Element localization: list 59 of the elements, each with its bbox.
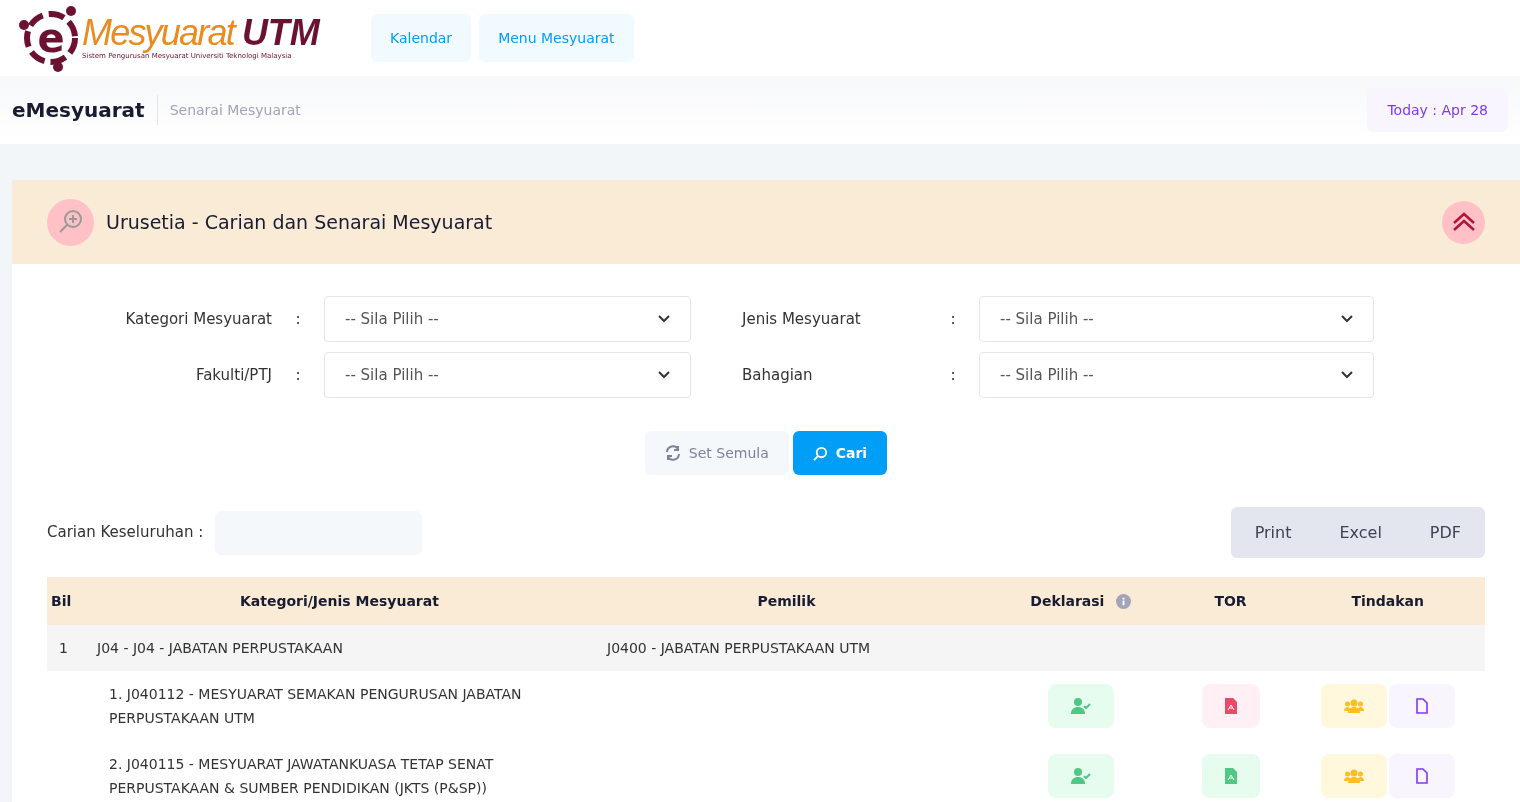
info-icon — [1116, 593, 1132, 609]
declaration-button[interactable] — [1047, 684, 1114, 728]
chevron-down-icon — [1341, 315, 1353, 323]
collapse-button[interactable] — [1442, 200, 1485, 244]
breadcrumb-item: Senarai Mesyuarat — [168, 100, 301, 120]
separator-colon: : — [949, 364, 957, 386]
filter-label: Fakulti/PTJ — [194, 364, 272, 386]
chevron-down-icon — [658, 315, 670, 323]
document-icon — [1415, 768, 1428, 784]
filter-label: Bahagian — [742, 364, 814, 386]
export-button[interactable]: Print — [1230, 507, 1316, 558]
global-search-label: Carian Keseluruhan : — [47, 522, 204, 544]
search-icon — [812, 445, 828, 461]
logo-mark: e — [37, 18, 65, 58]
reset-button[interactable]: Set Semula — [644, 431, 789, 475]
declaration-button[interactable] — [1047, 754, 1114, 798]
select-field[interactable]: -- Sila Pilih -- — [324, 352, 691, 398]
double-chevron-up-icon — [1451, 212, 1476, 232]
tor-button[interactable] — [1201, 684, 1260, 728]
refresh-icon — [664, 445, 681, 461]
column-header: Kategori/Jenis Mesyuarat — [239, 591, 439, 611]
user-check-icon — [1070, 698, 1091, 714]
table-cell-text: J0400 - JABATAN PERPUSTAKAAN UTM — [607, 638, 871, 658]
user-check-icon — [1070, 768, 1091, 784]
separator-colon: : — [294, 308, 302, 330]
separator-colon: : — [949, 308, 957, 330]
logo-suffix: UTM — [241, 14, 320, 51]
document-button[interactable] — [1388, 754, 1455, 798]
page-title: eMesyuarat — [12, 95, 158, 125]
document-icon — [1415, 698, 1428, 714]
table-cell-text: J04 - J04 - JABATAN PERPUSTAKAAN — [97, 638, 344, 658]
column-header: Tindakan — [1351, 591, 1424, 611]
panel-title: Urusetia - Carian dan Senarai Mesyuarat — [106, 209, 493, 235]
select-field[interactable]: -- Sila Pilih -- — [324, 296, 691, 342]
separator-colon: : — [294, 364, 302, 386]
column-header: Pemilik — [757, 591, 816, 611]
tor-button[interactable] — [1201, 754, 1260, 798]
export-button[interactable]: PDF — [1405, 507, 1485, 558]
filter-label: Kategori Mesyuarat — [124, 308, 272, 330]
group-icon — [1343, 769, 1364, 783]
chevron-down-icon — [1341, 371, 1353, 379]
column-header: Deklarasi — [1030, 591, 1105, 611]
column-header: Bil — [51, 591, 72, 611]
export-button[interactable]: Excel — [1315, 507, 1406, 558]
select-field[interactable]: -- Sila Pilih -- — [979, 352, 1374, 398]
search-plus-icon — [47, 198, 94, 246]
logo-name: Mesyuarat — [82, 14, 234, 51]
table-cell-text: 1 — [58, 638, 69, 658]
today-badge: Today : Apr 28 — [1367, 88, 1508, 132]
document-button[interactable] — [1388, 684, 1455, 728]
column-header: TOR — [1214, 591, 1247, 611]
chevron-down-icon — [658, 371, 670, 379]
filter-label: Jenis Mesyuarat — [742, 308, 862, 330]
meeting-name: 2. J040115 - MESYUARAT JAWATANKUASA TETAP SENAT PERPUSTAKAAN & SUMBER PENDIDIKAN (JKTS (P&SP)) — [109, 755, 495, 798]
meeting-name: 1. J040112 - MESYUARAT SEMAKAN PENGURUSAN JABATAN PERPUSTAKAAN UTM — [109, 685, 523, 728]
attendees-button[interactable] — [1320, 684, 1387, 728]
select-field[interactable]: -- Sila Pilih -- — [979, 296, 1374, 342]
attendees-button[interactable] — [1320, 754, 1387, 798]
group-icon — [1343, 699, 1364, 713]
